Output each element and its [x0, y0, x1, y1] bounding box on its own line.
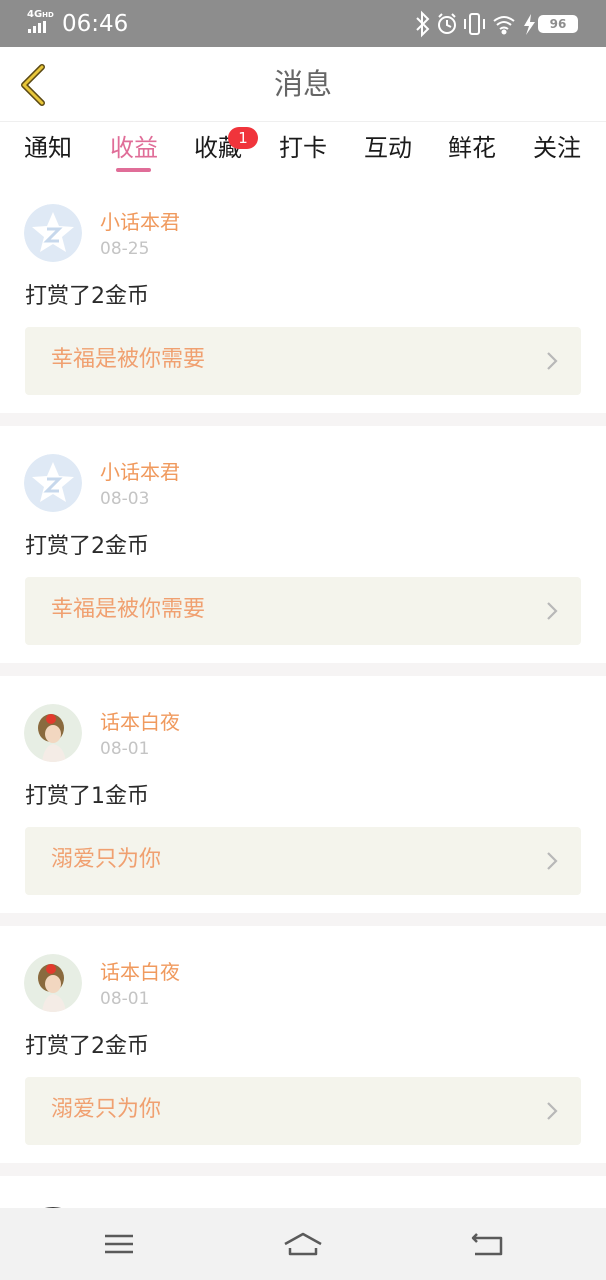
message-text: 打赏了2金币 [25, 534, 149, 559]
charging-icon [524, 14, 535, 35]
unread-badge: 1 [228, 127, 258, 149]
clock: 06:46 [62, 11, 129, 37]
avatar[interactable] [24, 704, 82, 762]
tab-interaction[interactable]: 互动 [358, 131, 418, 171]
story-link[interactable]: 溺爱只为你 [25, 827, 581, 895]
tab-flowers[interactable]: 鲜花 [442, 131, 502, 171]
tab-follow[interactable]: 关注 [527, 131, 587, 171]
status-bar: 4GHD 06:46 96 [0, 0, 606, 47]
chevron-right-icon [547, 352, 558, 370]
tab-bar: 通知 收益 收藏 1 打卡 互动 鲜花 关注 [0, 121, 606, 176]
sender-name[interactable]: 小话本君 [100, 210, 180, 234]
avatar[interactable] [24, 954, 82, 1012]
tab-label: 通知 [24, 134, 72, 162]
back-icon[interactable] [467, 1228, 507, 1260]
message-text: 打赏了2金币 [25, 1034, 149, 1059]
avatar[interactable] [24, 454, 82, 512]
signal-icon [28, 21, 46, 33]
network-type: 4GHD [27, 9, 54, 20]
timestamp: 08-01 [100, 989, 150, 1009]
story-title: 溺爱只为你 [51, 847, 162, 872]
tab-notice[interactable]: 通知 [18, 131, 78, 171]
tab-earnings[interactable]: 收益 [104, 131, 164, 172]
sender-name[interactable]: 话本白夜 [100, 960, 180, 984]
chevron-right-icon [547, 602, 558, 620]
story-title: 溺爱只为你 [51, 1097, 162, 1122]
story-title: 幸福是被你需要 [51, 597, 206, 622]
tab-label: 打卡 [279, 134, 327, 162]
story-link[interactable]: 幸福是被你需要 [25, 577, 581, 645]
message-text: 打赏了2金币 [25, 284, 149, 309]
list-item: 话本白夜 08-01 打赏了1金币 溺爱只为你 [0, 676, 606, 913]
alarm-icon [438, 13, 456, 34]
menu-icon[interactable] [99, 1228, 139, 1260]
sender-name[interactable]: 小话本君 [100, 460, 180, 484]
message-text: 打赏了1金币 [25, 784, 149, 809]
chevron-right-icon [547, 1102, 558, 1120]
home-icon[interactable] [283, 1228, 323, 1260]
story-title: 幸福是被你需要 [51, 347, 206, 372]
list-item: 小话本君 08-25 打赏了2金币 幸福是被你需要 [0, 176, 606, 413]
chevron-right-icon [547, 852, 558, 870]
tab-label: 收益 [110, 134, 158, 162]
timestamp: 08-25 [100, 239, 150, 259]
active-tab-indicator [116, 168, 151, 172]
list-item: 话本白夜 08-01 打赏了2金币 溺爱只为你 [0, 926, 606, 1163]
timestamp: 08-03 [100, 489, 150, 509]
bluetooth-icon [416, 10, 430, 38]
battery-indicator: 96 [538, 15, 578, 33]
story-link[interactable]: 幸福是被你需要 [25, 327, 581, 395]
sender-name[interactable]: 话本白夜 [100, 710, 180, 734]
tab-checkin[interactable]: 打卡 [273, 131, 333, 171]
vibrate-icon [464, 13, 485, 35]
system-nav-bar [0, 1208, 606, 1280]
list-item: 小话本君 08-03 打赏了2金币 幸福是被你需要 [0, 426, 606, 663]
wifi-icon [493, 16, 515, 35]
tab-label: 关注 [533, 134, 581, 162]
tab-favorites[interactable]: 收藏 1 [188, 127, 258, 171]
timestamp: 08-01 [100, 739, 150, 759]
status-icons [416, 10, 535, 38]
page-title: 消息 [273, 67, 332, 101]
tab-label: 鲜花 [448, 134, 496, 162]
list-item [0, 1176, 606, 1212]
avatar[interactable] [24, 204, 82, 262]
tab-label: 互动 [364, 134, 412, 162]
story-link[interactable]: 溺爱只为你 [25, 1077, 581, 1145]
header: 消息 [0, 47, 606, 121]
